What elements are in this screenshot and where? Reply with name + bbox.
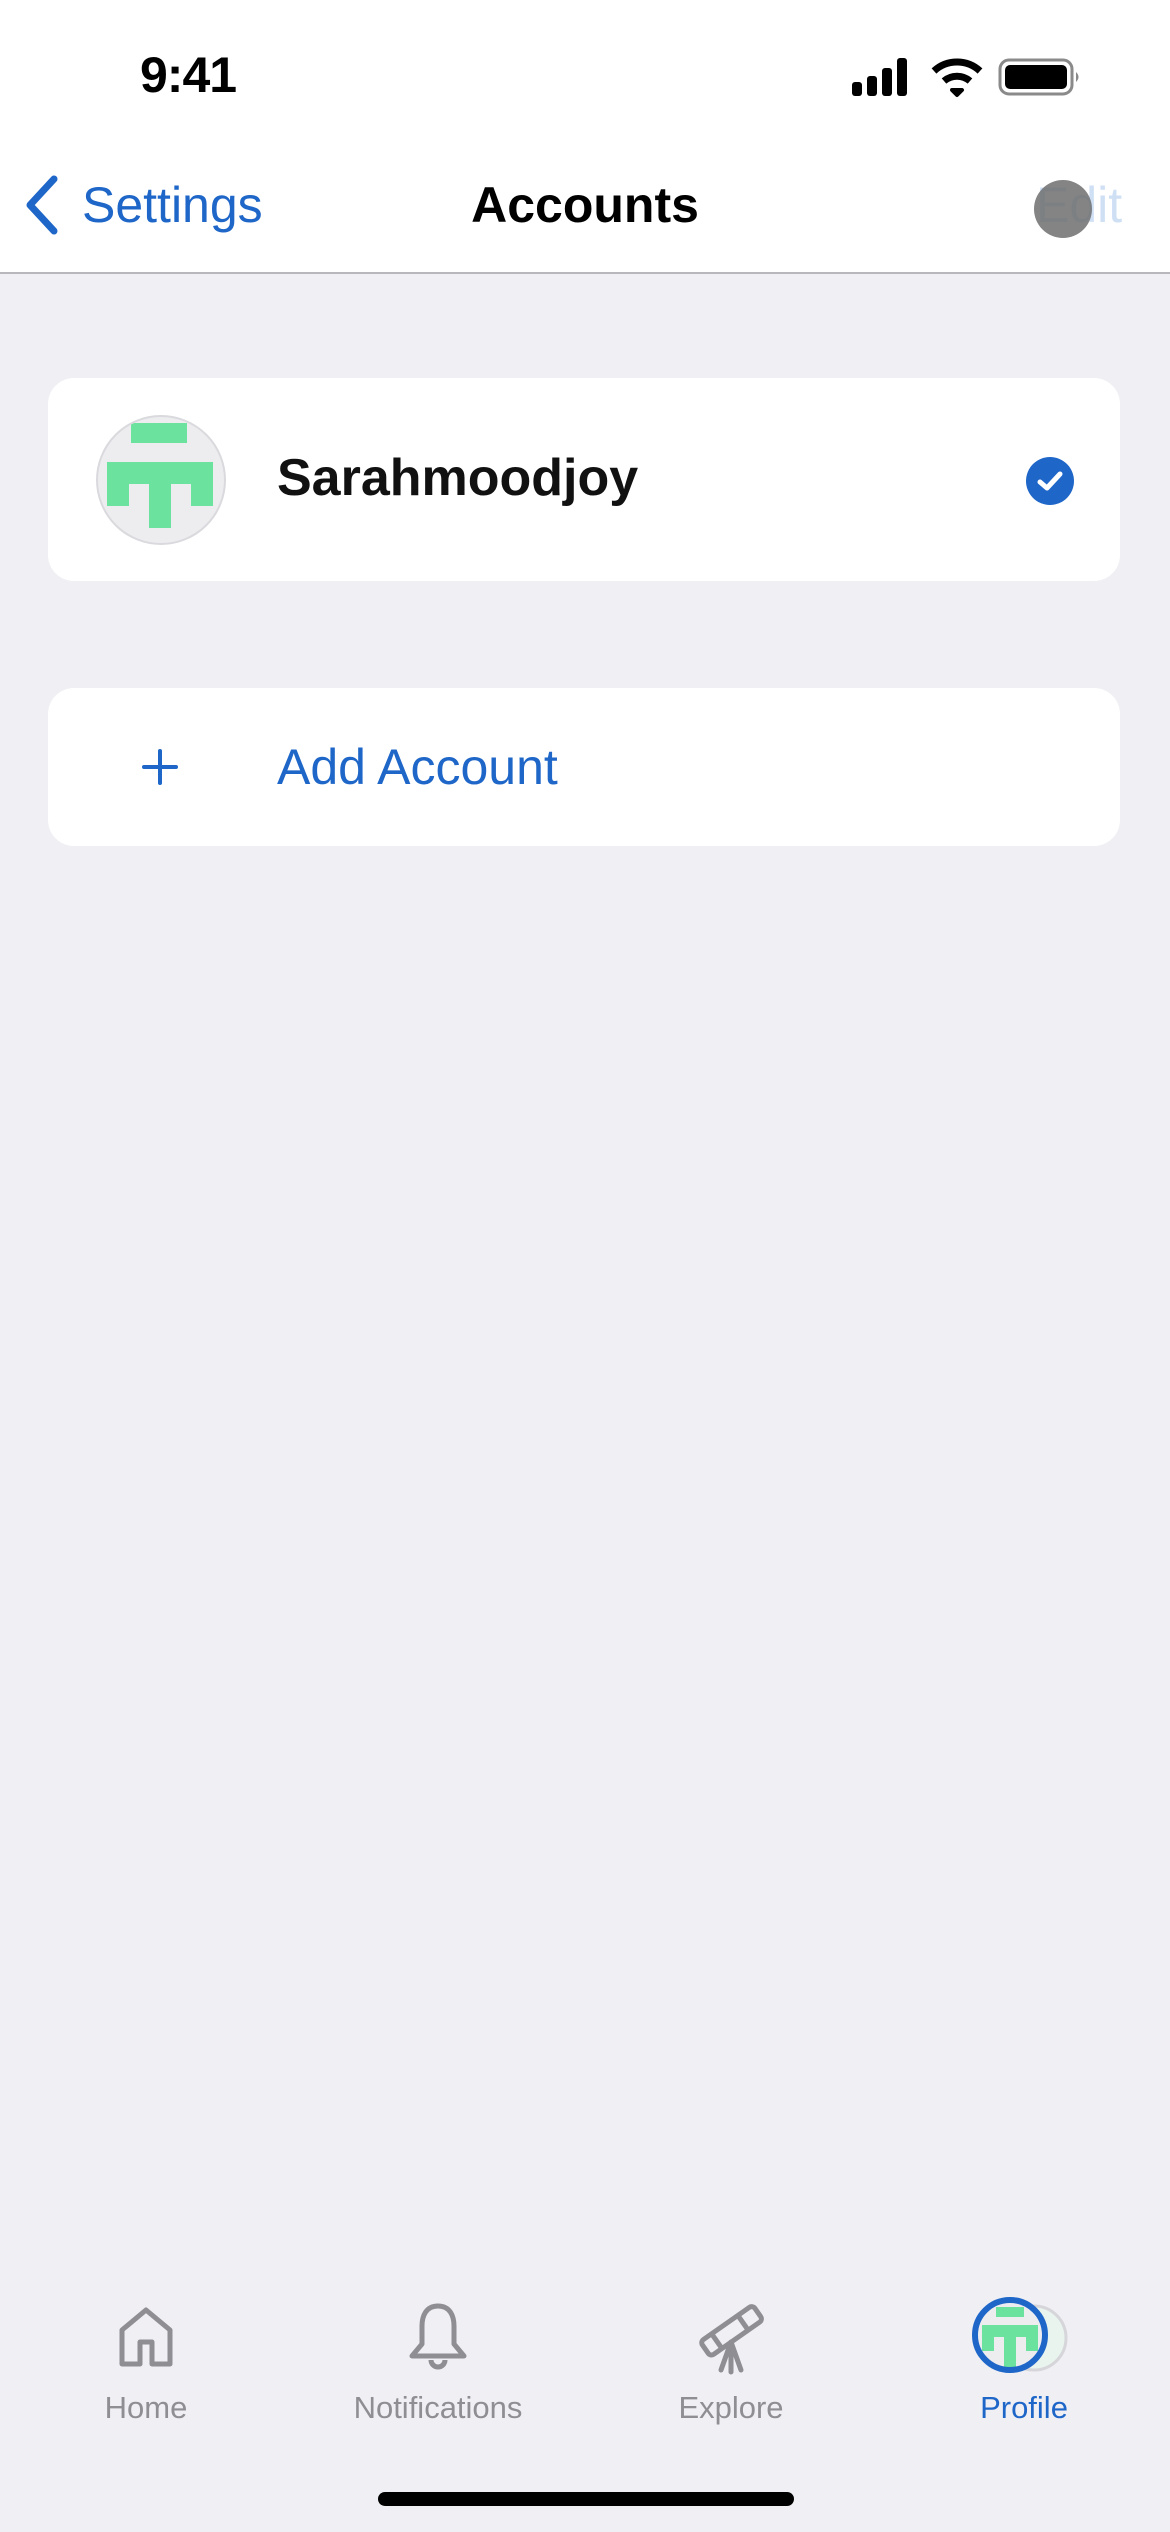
- chevron-left-icon: [26, 175, 58, 235]
- tab-explore-label: Explore: [678, 2390, 784, 2425]
- home-indicator: [378, 2492, 794, 2506]
- profile-avatar-icon: [972, 2297, 1068, 2373]
- wifi-icon: [931, 58, 983, 97]
- signal-icon: [852, 58, 907, 96]
- add-account-button[interactable]: Add Account: [48, 688, 1120, 846]
- header: 9:41 Settings Accounts: [0, 0, 1170, 274]
- avatar: [96, 415, 226, 545]
- back-button[interactable]: Settings: [22, 170, 263, 240]
- telescope-icon: [699, 2304, 764, 2375]
- touch-indicator: [1034, 180, 1092, 238]
- plus-icon: [142, 749, 178, 785]
- tab-profile[interactable]: Profile: [904, 2290, 1144, 2430]
- account-row[interactable]: Sarahmoodjoy: [48, 378, 1120, 581]
- tab-home[interactable]: Home: [26, 2290, 266, 2430]
- selected-checkmark-icon: [1026, 457, 1074, 505]
- status-time: 9:41: [140, 47, 237, 103]
- tab-home-label: Home: [104, 2390, 188, 2425]
- tab-explore[interactable]: Explore: [611, 2290, 851, 2430]
- account-name: Sarahmoodjoy: [277, 449, 639, 507]
- battery-icon: [998, 58, 1079, 96]
- tab-profile-label: Profile: [980, 2390, 1068, 2425]
- add-account-label: Add Account: [277, 739, 558, 795]
- tab-notifications-label: Notifications: [353, 2390, 523, 2425]
- house-icon: [119, 2307, 173, 2367]
- tab-notifications[interactable]: Notifications: [318, 2290, 558, 2430]
- back-button-label: Settings: [82, 177, 263, 233]
- bell-icon: [409, 2303, 467, 2370]
- status-icons: [852, 54, 1092, 109]
